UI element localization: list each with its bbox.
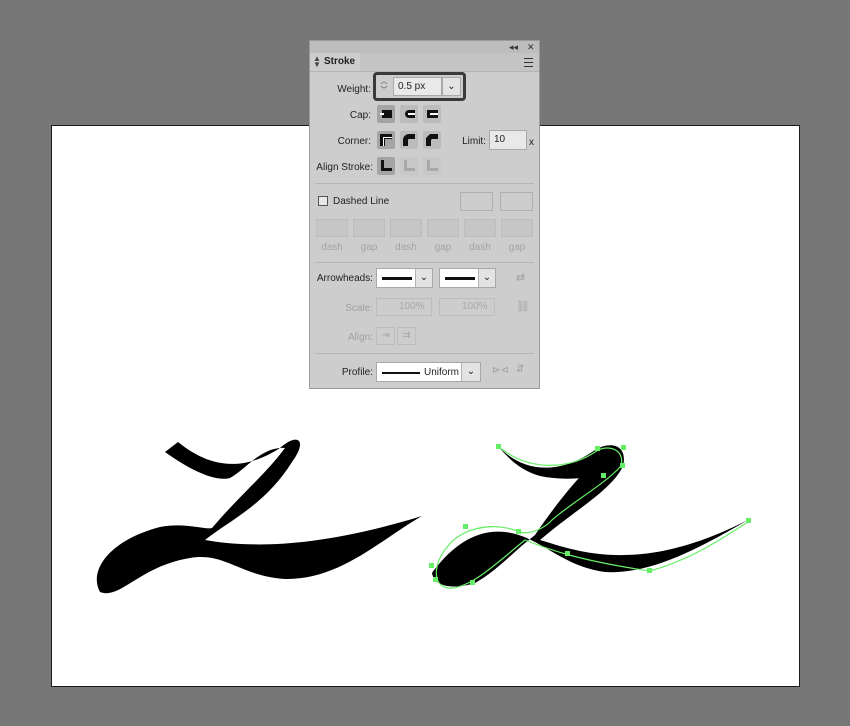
- arrow-tip-place-button[interactable]: ⇉: [397, 327, 416, 345]
- dash-label: dash: [321, 242, 343, 253]
- corner-label: Corner:: [337, 136, 371, 147]
- bevel-join-button[interactable]: [423, 131, 441, 149]
- align-outside-button[interactable]: [423, 157, 441, 175]
- link-scale-icon[interactable]: ⛓: [516, 300, 530, 313]
- dash-preserve-button[interactable]: [500, 192, 533, 211]
- cap-label: Cap:: [349, 110, 371, 121]
- align-center-button[interactable]: [377, 157, 395, 175]
- round-join-icon: [403, 134, 415, 146]
- panel-menu-icon[interactable]: [524, 58, 533, 67]
- align-label: Align:: [347, 332, 373, 343]
- dash-field-3[interactable]: [464, 219, 496, 237]
- align-inside-button[interactable]: [400, 157, 418, 175]
- gap-field-2[interactable]: [427, 219, 459, 237]
- align-stroke-label: Align Stroke:: [316, 162, 373, 173]
- butt-cap-button[interactable]: [377, 105, 395, 123]
- arrowheads-label: Arrowheads:: [316, 273, 373, 284]
- profile-select[interactable]: Uniform ⌄: [376, 362, 481, 382]
- align-outside-icon: [427, 160, 438, 171]
- limit-field[interactable]: 10: [489, 130, 527, 150]
- miter-join-icon: [380, 134, 392, 146]
- align-center-icon: [381, 160, 392, 171]
- round-cap-button[interactable]: [400, 105, 418, 123]
- gap-label: gap: [508, 242, 526, 253]
- chevron-down-icon[interactable]: ⌄: [478, 269, 495, 287]
- align-inside-icon: [404, 160, 415, 171]
- projecting-cap-button[interactable]: [423, 105, 441, 123]
- close-icon[interactable]: ✕: [527, 41, 535, 53]
- gap-label: gap: [434, 242, 452, 253]
- gap-field-1[interactable]: [353, 219, 385, 237]
- dashed-line-label: Dashed Line: [333, 196, 390, 207]
- stroke-panel: ◂◂ ✕ ▲ ▼ Stroke Weight: ︿ ﹀ 0.5 px ⌄ Cap: …: [309, 40, 540, 389]
- dashed-line-checkbox[interactable]: [318, 196, 328, 206]
- end-arrowhead-select[interactable]: ⌄: [439, 268, 496, 288]
- round-join-button[interactable]: [400, 131, 418, 149]
- divider: [315, 262, 534, 263]
- gap-label: gap: [360, 242, 378, 253]
- weight-dropdown[interactable]: ⌄: [442, 77, 461, 96]
- round-cap-icon: [405, 110, 415, 118]
- start-arrowhead-select[interactable]: ⌄: [376, 268, 433, 288]
- letter-l-outline[interactable]: [432, 445, 748, 587]
- panel-topbar[interactable]: ◂◂ ✕: [310, 41, 539, 53]
- double-chevron-left-icon[interactable]: ◂◂: [509, 41, 518, 53]
- bevel-join-icon: [426, 134, 438, 146]
- flip-along-icon[interactable]: ⊳⊲: [492, 365, 509, 376]
- scale-start-field[interactable]: 100%: [376, 298, 432, 316]
- arrow-tip-extend-button[interactable]: ⇥: [376, 327, 395, 345]
- dash-align-corners-button[interactable]: [460, 192, 493, 211]
- scale-label: Scale:: [345, 303, 373, 314]
- chevron-down-icon[interactable]: ⌄: [415, 269, 432, 287]
- dash-field-1[interactable]: [316, 219, 348, 237]
- dash-label: dash: [469, 242, 491, 253]
- tab-toggle-icon[interactable]: ▲ ▼: [313, 55, 321, 69]
- divider: [315, 353, 534, 354]
- panel-title: Stroke: [324, 56, 356, 67]
- scale-end-field[interactable]: 100%: [439, 298, 495, 316]
- dash-field-2[interactable]: [390, 219, 422, 237]
- letter-l-filled[interactable]: [96, 439, 422, 594]
- profile-line-icon: [382, 372, 420, 374]
- flip-across-icon[interactable]: ⇵: [516, 364, 524, 375]
- arrowhead-line-icon: [382, 277, 412, 280]
- butt-cap-icon: [380, 110, 392, 118]
- profile-value: Uniform: [424, 367, 460, 378]
- projecting-cap-icon: [427, 110, 438, 118]
- weight-stepper-icon[interactable]: ︿ ﹀: [377, 77, 391, 97]
- weight-label: Weight:: [337, 84, 371, 95]
- swap-arrowheads-icon[interactable]: ⇄: [516, 271, 525, 284]
- limit-unit: x: [529, 137, 534, 148]
- limit-label: Limit:: [462, 136, 486, 147]
- dash-label: dash: [395, 242, 417, 253]
- miter-join-button[interactable]: [377, 131, 395, 149]
- profile-label: Profile:: [341, 367, 373, 378]
- weight-field[interactable]: 0.5 px: [393, 77, 442, 96]
- gap-field-3[interactable]: [501, 219, 533, 237]
- chevron-down-icon[interactable]: ⌄: [461, 363, 480, 381]
- divider: [315, 183, 534, 184]
- arrowhead-line-icon: [445, 277, 475, 280]
- panel-titlebar: ▲ ▼ Stroke: [310, 53, 539, 72]
- tab-stroke[interactable]: ▲ ▼ Stroke: [310, 53, 360, 71]
